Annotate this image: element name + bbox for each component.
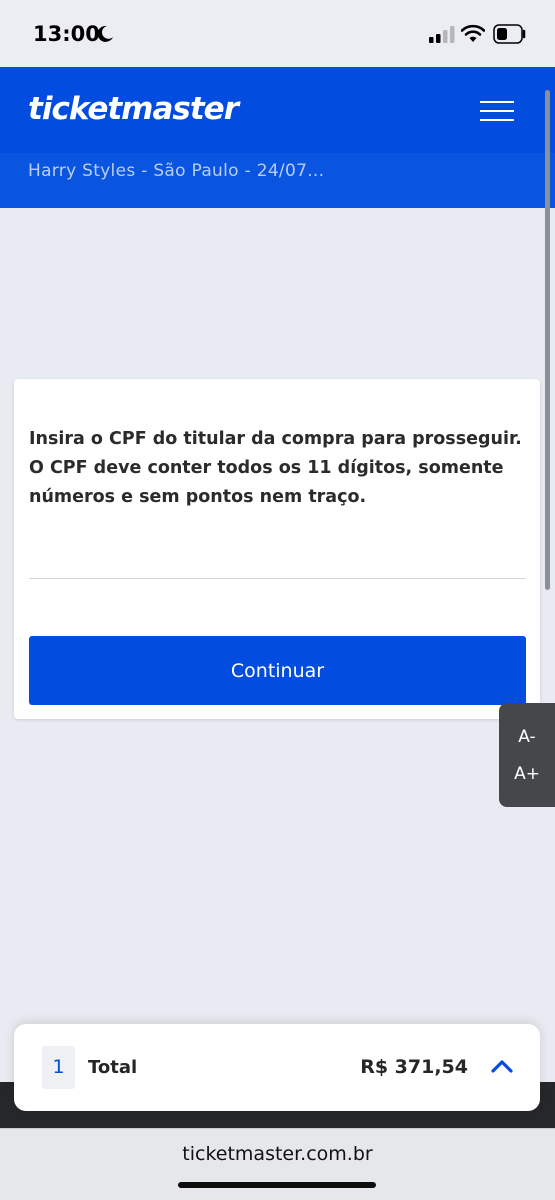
continue-button[interactable]: Continuar [29,636,526,705]
order-total-bar[interactable]: 1 Total R$ 371,54 [14,1024,540,1111]
hamburger-icon [480,101,514,103]
event-subtitle: Harry Styles - São Paulo - 24/07... [28,161,325,181]
battery-icon [493,24,527,49]
browser-url-bar: ticketmaster.com.br [0,1128,555,1200]
increase-font-button[interactable]: A+ [499,756,555,792]
status-bar: 13:00 [0,0,555,67]
hamburger-menu-button[interactable] [474,97,520,125]
moon-icon [96,25,114,48]
decrease-font-button[interactable]: A- [499,719,555,755]
font-size-controls: A- A+ [499,703,555,807]
chevron-up-icon[interactable] [488,1054,516,1078]
cpf-input[interactable] [29,539,526,579]
quantity-badge: 1 [42,1046,75,1089]
ticketmaster-logo[interactable]: ticketmaster [28,91,239,127]
header-top: ticketmaster [0,67,555,153]
cpf-instructions: Insira o CPF do titular da compra para p… [29,429,522,507]
total-amount: R$ 371,54 [360,1056,468,1078]
cpf-card: Insira o CPF do titular da compra para p… [14,379,540,719]
status-time: 13:00 [33,22,100,46]
signal-icon [429,26,455,48]
scrollbar[interactable] [545,90,550,590]
total-label: Total [88,1057,138,1078]
home-indicator[interactable] [178,1182,376,1188]
url-text[interactable]: ticketmaster.com.br [0,1143,555,1165]
header: ticketmaster Harry Styles - São Paulo - … [0,67,555,208]
wifi-icon [460,24,486,48]
